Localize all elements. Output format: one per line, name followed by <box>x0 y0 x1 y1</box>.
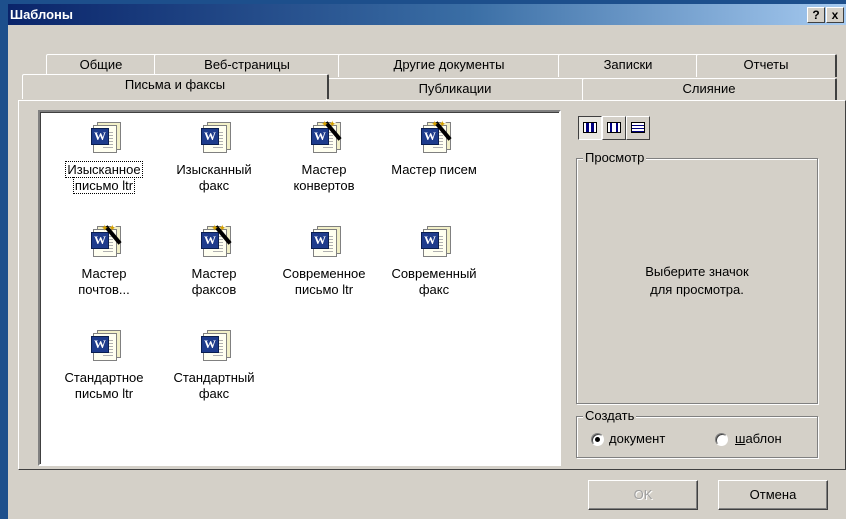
list-view-icon <box>607 122 621 133</box>
large-icons-view-button[interactable] <box>578 116 602 140</box>
preview-label: Просмотр <box>583 150 647 166</box>
tab-other-documents[interactable]: Другие документы <box>338 54 561 77</box>
word-wizard-icon: W ✦✦ <box>305 118 342 154</box>
create-label: Создать <box>583 408 637 424</box>
tab-memos[interactable]: Записки <box>558 54 699 77</box>
tab-publications[interactable]: Публикации <box>326 78 585 101</box>
word-document-icon: W <box>195 326 231 362</box>
template-item-fax-wizard[interactable]: W ✦✦ Мастер факсов <box>158 222 270 326</box>
template-item-letter-wizard[interactable]: W ✦✦ Мастер писем <box>378 118 490 222</box>
template-item-fancy-fax[interactable]: W Изысканный факс <box>158 118 270 222</box>
template-item-modern-letter[interactable]: W Современное письмо ltr <box>268 222 380 326</box>
word-document-icon: W <box>415 222 451 258</box>
template-item-standard-letter[interactable]: W Стандартное письмо ltr <box>48 326 160 430</box>
template-item-envelope-wizard[interactable]: W ✦✦ Мастер конвертов <box>268 118 380 222</box>
list-view-button[interactable] <box>602 116 626 140</box>
word-wizard-icon: W ✦✦ <box>415 118 452 154</box>
large-icons-view-icon <box>583 122 597 133</box>
word-wizard-icon: W ✦✦ <box>85 222 122 258</box>
title-bar[interactable]: Шаблоны ? x <box>8 4 846 25</box>
cancel-button[interactable]: Отмена <box>718 480 828 510</box>
word-document-icon: W <box>195 118 231 154</box>
preview-placeholder: Выберите значок для просмотра. <box>645 264 749 297</box>
details-view-button[interactable] <box>626 116 650 140</box>
template-item-standard-fax[interactable]: W Стандартный факс <box>158 326 270 430</box>
radio-document[interactable] <box>591 433 604 446</box>
create-group: Создать документ шаблон <box>576 408 818 458</box>
radio-document-label[interactable]: документ <box>609 431 665 447</box>
template-list[interactable]: W Изысканное письмо ltr W Изысканный факс … <box>38 110 561 466</box>
template-item-fancy-letter[interactable]: W Изысканное письмо ltr <box>48 118 160 222</box>
details-view-icon <box>631 122 645 133</box>
tab-merge[interactable]: Слияние <box>582 78 837 101</box>
help-button[interactable]: ? <box>807 7 825 23</box>
ok-button[interactable]: OK <box>588 480 698 510</box>
window-title: Шаблоны <box>10 7 73 22</box>
word-document-icon: W <box>305 222 341 258</box>
tab-letters-faxes[interactable]: Письма и факсы <box>22 74 329 99</box>
radio-template-label[interactable]: шаблон <box>735 431 782 447</box>
tab-reports[interactable]: Отчеты <box>696 54 837 77</box>
word-document-icon: W <box>85 326 121 362</box>
template-item-mailing-wizard[interactable]: W ✦✦ Мастер почтов... <box>48 222 160 326</box>
word-wizard-icon: W ✦✦ <box>195 222 232 258</box>
preview-group: Просмотр Выберите значок для просмотра. <box>576 150 818 404</box>
close-button[interactable]: x <box>826 7 844 23</box>
word-document-icon: W <box>85 118 121 154</box>
template-item-modern-fax[interactable]: W Современный факс <box>378 222 490 326</box>
radio-template[interactable] <box>715 433 728 446</box>
